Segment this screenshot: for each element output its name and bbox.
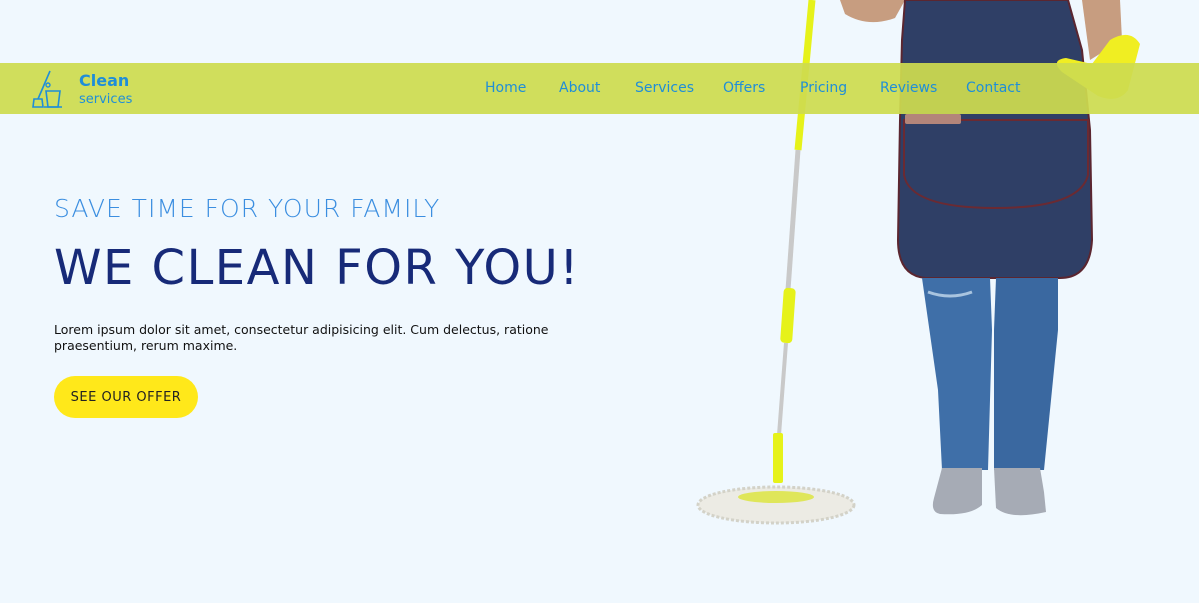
arm: [840, 0, 905, 23]
sock-right: [994, 468, 1046, 516]
nav-offers[interactable]: Offers: [723, 78, 765, 98]
nav-home[interactable]: Home: [485, 78, 526, 98]
mop-neck: [773, 433, 783, 483]
hero-title: WE CLEAN FOR YOU!: [54, 240, 580, 296]
brand-logo[interactable]: Clean services: [32, 68, 152, 110]
mop-grip: [780, 287, 796, 344]
nav-reviews[interactable]: Reviews: [880, 78, 937, 98]
nav-about[interactable]: About: [559, 78, 600, 98]
brand-tagline: services: [79, 92, 133, 107]
hero-subtitle: SAVE TIME FOR YOUR FAMILY: [54, 194, 441, 223]
navbar: Clean services Home About Services Offer…: [0, 63, 1199, 114]
jeans-left-leg: [922, 278, 992, 470]
brand-name: Clean: [79, 71, 130, 90]
sock-left: [932, 468, 982, 515]
nav-pricing[interactable]: Pricing: [800, 78, 847, 98]
hero-description: Lorem ipsum dolor sit amet, consectetur …: [54, 322, 549, 353]
jeans-right-leg: [994, 278, 1058, 470]
mop-bucket-icon: [32, 70, 62, 108]
mop-handle-metal: [785, 149, 801, 291]
nav-services[interactable]: Services: [635, 78, 694, 98]
see-offer-button[interactable]: SEE OUR OFFER: [54, 376, 198, 418]
nav-contact[interactable]: Contact: [966, 78, 1020, 98]
apron: [896, 0, 1094, 279]
